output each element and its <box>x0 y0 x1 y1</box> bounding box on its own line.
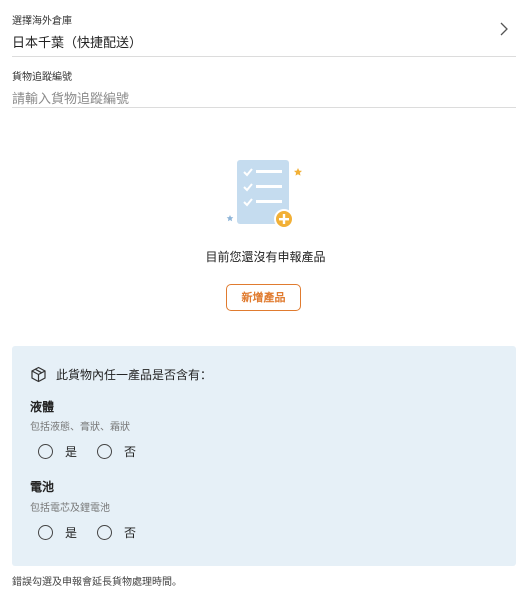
tracking-label: 貨物追蹤編號 <box>12 72 72 83</box>
liquid-radio-group: 是 否 <box>38 443 156 460</box>
liquid-subtitle: 包括液態、膏狀、霜狀 <box>30 422 130 433</box>
battery-no-radio[interactable]: 否 <box>97 524 136 541</box>
battery-yes-radio[interactable]: 是 <box>38 524 77 541</box>
add-product-button[interactable]: 新增產品 <box>226 284 301 311</box>
chevron-right-icon <box>500 22 508 36</box>
package-icon <box>31 366 46 383</box>
liquid-yes-label: 是 <box>65 445 78 459</box>
liquid-no-radio[interactable]: 否 <box>97 443 136 460</box>
declaration-panel: 此貨物內任一產品是否含有： 液體 包括液態、膏狀、霜狀 是 否 電池 包括電芯及… <box>12 346 516 566</box>
radio-circle[interactable] <box>97 525 113 540</box>
empty-document-icon <box>226 160 302 229</box>
battery-subtitle: 包括電芯及鋰電池 <box>30 503 110 514</box>
warehouse-value: 日本千葉（快捷配送） <box>12 36 143 51</box>
radio-circle[interactable] <box>97 444 113 459</box>
liquid-no-label: 否 <box>124 445 137 459</box>
declaration-question: 此貨物內任一產品是否含有： <box>56 368 213 382</box>
declaration-footnote: 錯誤勾選及申報會延長貨物處理時間。 <box>12 577 182 588</box>
empty-state-message: 目前您還沒有申報產品 <box>205 250 326 264</box>
tracking-input-placeholder[interactable]: 請輸入貨物追蹤編號 <box>12 88 516 107</box>
declaration-header: 此貨物內任一產品是否含有： <box>30 366 212 383</box>
warehouse-label: 選擇海外倉庫 <box>12 16 72 27</box>
liquid-yes-radio[interactable]: 是 <box>38 443 77 460</box>
warehouse-selector[interactable]: 選擇海外倉庫 日本千葉（快捷配送） <box>12 12 516 57</box>
battery-radio-group: 是 否 <box>38 524 156 541</box>
radio-circle[interactable] <box>38 444 53 459</box>
battery-title: 電池 <box>30 480 55 494</box>
radio-circle[interactable] <box>38 525 53 540</box>
liquid-title: 液體 <box>30 400 55 414</box>
battery-yes-label: 是 <box>65 526 78 540</box>
tracking-number-field[interactable]: 貨物追蹤編號 請輸入貨物追蹤編號 <box>12 68 516 108</box>
battery-no-label: 否 <box>124 526 137 540</box>
